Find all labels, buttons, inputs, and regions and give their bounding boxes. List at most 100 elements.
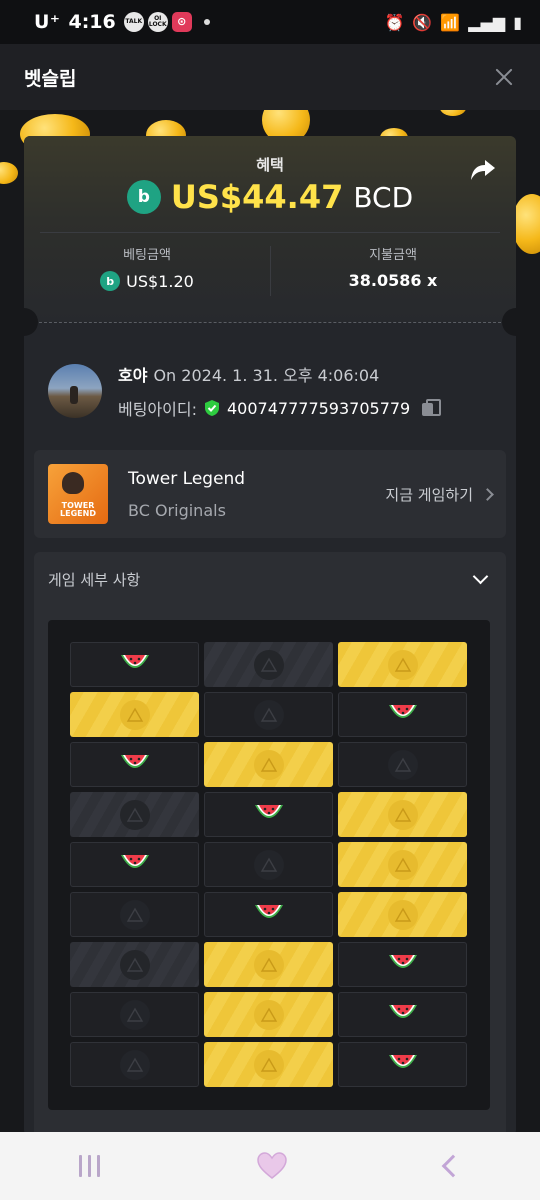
slice-outline-icon	[387, 849, 418, 880]
slice-outline-icon	[119, 999, 150, 1030]
hidden-tile	[70, 1042, 199, 1087]
ticket-tear-line	[24, 322, 516, 323]
game-link-row[interactable]: TOWER LEGEND Tower Legend BC Originals 지…	[34, 450, 506, 538]
tower-board	[48, 620, 490, 1110]
safe-tile	[338, 892, 467, 937]
bet-amount-label: 베팅금액	[123, 248, 171, 263]
chevron-right-icon	[481, 487, 494, 501]
slice-outline-icon	[119, 699, 150, 730]
bet-amount: US$1.20	[126, 271, 194, 291]
hidden-tile	[338, 742, 467, 787]
game-provider: BC Originals	[128, 500, 226, 520]
safe-tile	[204, 742, 333, 787]
safe-tile	[204, 1042, 333, 1087]
safe-tile	[338, 642, 467, 687]
gorilla-mascot-icon	[62, 472, 84, 494]
player-line: 호야 On 2024. 1. 31. 오후 4:06:04	[118, 362, 440, 386]
game-thumbnail: TOWER LEGEND	[48, 464, 108, 524]
slice-outline-icon	[387, 649, 418, 680]
close-icon[interactable]	[492, 65, 516, 89]
watermelon-tile	[338, 942, 467, 987]
avatar[interactable]	[48, 364, 102, 418]
betslip-header: 벳슬립	[0, 44, 540, 110]
safe-tile	[70, 692, 199, 737]
copy-icon[interactable]	[422, 399, 442, 417]
mute-icon: 🔇	[412, 12, 433, 32]
watermelon-icon	[119, 851, 151, 879]
share-icon[interactable]	[470, 158, 496, 182]
hidden-tile	[70, 792, 199, 837]
system-icons: ⏰ 🔇 📶 ▂▄▆ ▮	[385, 13, 523, 32]
game-thumbnail-text: TOWER LEGEND	[60, 501, 96, 518]
game-details-header[interactable]: 게임 세부 사항	[34, 552, 506, 606]
clock: 4:16	[68, 11, 116, 33]
slice-outline-icon	[253, 1049, 284, 1080]
bet-id-label: 베팅아이디:	[118, 400, 197, 419]
slice-outline-icon	[253, 949, 284, 980]
hidden-tile	[204, 842, 333, 887]
slice-outline-icon	[387, 749, 418, 780]
watermelon-tile	[204, 792, 333, 837]
bcd-coin-icon: b	[126, 180, 161, 214]
hidden-tile	[70, 942, 199, 987]
slice-outline-icon	[119, 799, 150, 830]
watermelon-tile	[70, 842, 199, 887]
slice-outline-icon	[253, 999, 284, 1030]
alarm-icon: ⏰	[384, 12, 405, 32]
battery-icon: ▮	[513, 12, 522, 32]
notification-icons: TALK OI LOCK ⊙	[123, 12, 192, 32]
game-details-title: 게임 세부 사항	[48, 570, 141, 589]
talk-icon: TALK	[123, 12, 144, 32]
player-name[interactable]: 호야	[118, 366, 147, 385]
coin-decoration	[512, 194, 540, 254]
safe-tile	[204, 992, 333, 1037]
wifi-icon: 📶	[440, 12, 461, 32]
watermelon-tile	[70, 642, 199, 687]
slice-outline-icon	[253, 849, 284, 880]
system-nav-bar	[0, 1132, 540, 1200]
profit-label: 혜택	[256, 156, 284, 174]
page-title: 벳슬립	[24, 67, 77, 90]
bet-datetime: On 2024. 1. 31. 오후 4:06:04	[153, 366, 380, 385]
slice-outline-icon	[119, 899, 150, 930]
watermelon-icon	[119, 751, 151, 779]
coin-decoration	[440, 110, 466, 116]
bcd-coin-icon: b	[100, 271, 121, 291]
safe-tile	[338, 842, 467, 887]
verified-shield-icon	[205, 400, 219, 416]
payout-label: 지불금액	[369, 248, 417, 263]
safe-tile	[204, 942, 333, 987]
slice-outline-icon	[119, 1049, 150, 1080]
profit-amount: US$44.47	[170, 178, 344, 216]
payout-value: 38.0586 x	[348, 271, 438, 290]
recent-apps-icon[interactable]	[78, 1155, 100, 1177]
signal-icon: ▂▄▆	[468, 12, 506, 32]
hidden-tile	[204, 692, 333, 737]
watermelon-icon	[387, 951, 419, 979]
profit-row: b US$44.47 BCD	[24, 178, 516, 216]
profit-section: 혜택 b US$44.47 BCD 베팅금액 b US$1.20 지불금액 38…	[24, 136, 516, 322]
back-icon[interactable]	[441, 1154, 465, 1178]
watermelon-tile	[338, 692, 467, 737]
player-info: 호야 On 2024. 1. 31. 오후 4:06:04 베팅아이디: 4007…	[48, 362, 442, 420]
watermelon-icon	[387, 1051, 419, 1079]
bet-id-line: 베팅아이디: 400747777593705779	[118, 396, 442, 420]
home-heart-icon[interactable]	[257, 1152, 288, 1180]
bet-id: 400747777593705779	[227, 398, 411, 418]
hidden-tile	[70, 892, 199, 937]
watermelon-icon	[119, 651, 151, 679]
slice-outline-icon	[387, 799, 418, 830]
safe-tile	[338, 792, 467, 837]
slice-outline-icon	[253, 649, 284, 680]
play-now-button[interactable]: 지금 게임하기	[385, 484, 494, 505]
slice-outline-icon	[119, 949, 150, 980]
watermelon-tile	[338, 992, 467, 1037]
play-now-label: 지금 게임하기	[385, 485, 473, 504]
game-details-panel: 게임 세부 사항	[34, 552, 506, 1136]
watermelon-icon	[253, 901, 285, 929]
status-bar: U⁺ 4:16 TALK OI LOCK ⊙ ⏰ 🔇 📶 ▂▄▆ ▮	[0, 0, 540, 44]
game-info: Tower Legend BC Originals	[128, 469, 245, 520]
game-name: Tower Legend	[128, 468, 246, 489]
divider	[40, 232, 500, 233]
chevron-down-icon[interactable]	[472, 568, 489, 584]
